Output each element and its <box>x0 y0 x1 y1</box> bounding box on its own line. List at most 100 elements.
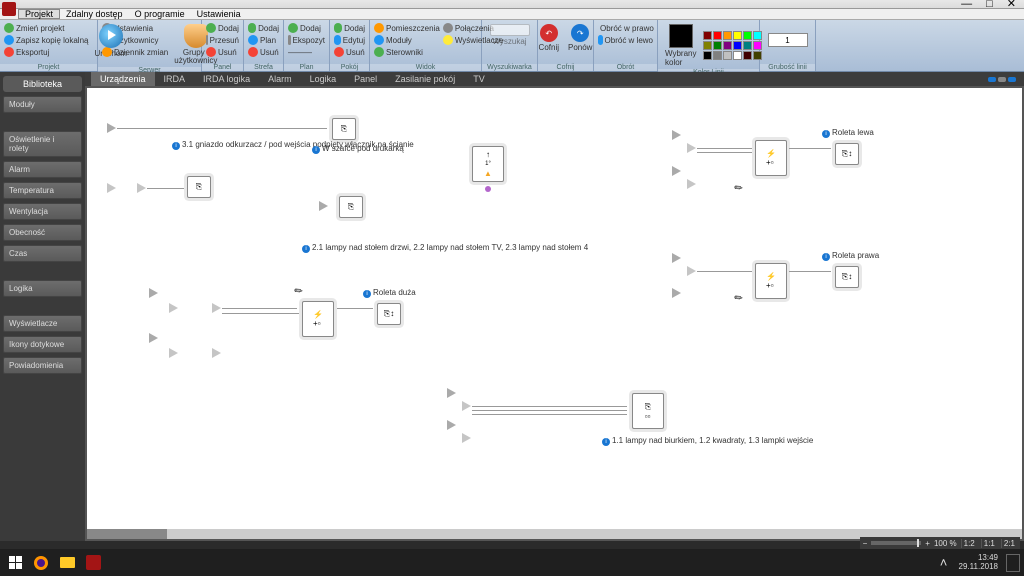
strefa-dodaj[interactable]: Dodaj <box>248 22 279 34</box>
btn-wyszukaj[interactable]: Wyszukaj <box>486 22 533 48</box>
module-block[interactable]: ⚡+▫ <box>755 263 787 299</box>
selected-color[interactable]: Wybrany kolor <box>662 22 700 69</box>
module-block[interactable]: ⎘↕ <box>377 303 401 325</box>
plan-dodaj[interactable]: Dodaj <box>288 22 325 34</box>
module-block[interactable]: ⎘↕ <box>835 143 859 165</box>
module-block[interactable]: ⎘▫▫ <box>632 393 664 429</box>
sidebar-oswietlenie[interactable]: Oświetlenie i rolety <box>3 131 82 157</box>
module-block[interactable]: ⚡+▫ <box>755 140 787 176</box>
input-node[interactable] <box>212 348 221 358</box>
widok-sterowniki[interactable]: Sterowniki <box>374 46 440 58</box>
strefa-plan[interactable]: Plan <box>248 34 279 46</box>
maximize-button[interactable]: □ <box>986 0 993 10</box>
menu-ustawienia[interactable]: Ustawienia <box>191 9 247 19</box>
input-node[interactable] <box>462 401 471 411</box>
palette-swatch[interactable] <box>723 31 732 40</box>
pokoj-dodaj[interactable]: Dodaj <box>334 22 365 34</box>
panel-przesun[interactable]: Przesuń <box>206 34 239 46</box>
input-node[interactable] <box>212 303 221 313</box>
input-node[interactable] <box>137 183 146 193</box>
color-palette[interactable] <box>703 31 762 60</box>
input-node[interactable] <box>107 123 116 133</box>
btn-eksportuj[interactable]: Eksportuj <box>4 46 88 58</box>
sidebar-czas[interactable]: Czas <box>3 245 82 262</box>
pokoj-usun[interactable]: Usuń <box>334 46 365 58</box>
input-node[interactable] <box>672 130 681 140</box>
palette-swatch[interactable] <box>723 41 732 50</box>
sidebar-logika[interactable]: Logika <box>3 280 82 297</box>
plan-ekspozyt[interactable]: Ekspozyt <box>288 34 325 46</box>
plan-line[interactable]: ——— <box>288 46 325 58</box>
palette-swatch[interactable] <box>713 41 722 50</box>
sidebar-wentylacja[interactable]: Wentylacja <box>3 203 82 220</box>
start-button[interactable] <box>4 553 26 573</box>
module-block[interactable]: ⚡+▫ <box>302 301 334 337</box>
taskbar-app[interactable] <box>82 553 104 573</box>
widok-moduly[interactable]: Moduły <box>374 34 440 46</box>
sidebar-moduly[interactable]: Moduły <box>3 96 82 113</box>
btn-obroc-lewo[interactable]: Obróć w lewo <box>598 34 653 46</box>
zoom-slider[interactable] <box>871 541 921 545</box>
palette-swatch[interactable] <box>733 51 742 60</box>
palette-swatch[interactable] <box>733 31 742 40</box>
palette-swatch[interactable] <box>723 51 732 60</box>
palette-swatch[interactable] <box>703 31 712 40</box>
sidebar-alarm[interactable]: Alarm <box>3 161 82 178</box>
menu-projekt[interactable]: Projekt <box>18 9 60 19</box>
input-node[interactable] <box>672 288 681 298</box>
palette-swatch[interactable] <box>743 31 752 40</box>
zoom-1-1[interactable]: 1:1 <box>981 539 997 548</box>
btn-ponow[interactable]: ↷Ponów <box>565 22 595 54</box>
pokoj-edytuj[interactable]: Edytuj <box>334 34 365 46</box>
tab-irda[interactable]: IRDA <box>155 72 195 86</box>
taskbar-clock[interactable]: 13:4929.11.2018 <box>959 554 1002 572</box>
sidebar-powiadomienia[interactable]: Powiadomienia <box>3 357 82 374</box>
btn-zapisz-kopie[interactable]: Zapisz kopię lokalną <box>4 34 88 46</box>
minimize-button[interactable]: — <box>961 0 972 10</box>
zoom-in-icon[interactable]: + <box>925 539 930 548</box>
module-block[interactable]: ⎘ <box>339 196 363 218</box>
input-node[interactable] <box>462 433 471 443</box>
widok-pomieszczenia[interactable]: Pomieszczenia <box>374 22 440 34</box>
palette-swatch[interactable] <box>703 41 712 50</box>
input-node[interactable] <box>447 388 456 398</box>
input-node[interactable] <box>169 348 178 358</box>
zoom-out-icon[interactable]: − <box>863 539 868 548</box>
zoom-2-1[interactable]: 2:1 <box>1001 539 1017 548</box>
input-node[interactable] <box>447 420 456 430</box>
panel-usun[interactable]: Usuń <box>206 46 239 58</box>
btn-obroc-prawo[interactable]: Obróć w prawo <box>598 22 653 34</box>
sidebar-temperatura[interactable]: Temperatura <box>3 182 82 199</box>
menu-zdalny[interactable]: Zdalny dostęp <box>60 9 129 19</box>
input-node[interactable] <box>107 183 116 193</box>
input-node[interactable] <box>687 143 696 153</box>
close-button[interactable]: ✕ <box>1007 0 1016 10</box>
panel-dodaj[interactable]: Dodaj <box>206 22 239 34</box>
input-node[interactable] <box>169 303 178 313</box>
warning-module[interactable]: ↑1°▲ <box>472 146 504 182</box>
input-node[interactable] <box>672 253 681 263</box>
btn-cofnij[interactable]: ↶Cofnij <box>536 22 562 54</box>
module-block[interactable]: ⎘ <box>187 176 211 198</box>
tray-up-icon[interactable]: ˄ <box>933 553 955 573</box>
tab-urzadzenia[interactable]: Urządzenia <box>91 72 155 86</box>
module-block[interactable]: ⎘ <box>332 118 356 140</box>
palette-swatch[interactable] <box>743 41 752 50</box>
tab-tv[interactable]: TV <box>464 72 494 86</box>
palette-swatch[interactable] <box>703 51 712 60</box>
tab-irda-logika[interactable]: IRDA logika <box>194 72 259 86</box>
sidebar-wyswietlacze[interactable]: Wyświetlacze <box>3 315 82 332</box>
tab-zasilanie[interactable]: Zasilanie pokój <box>386 72 464 86</box>
tray-notifications-icon[interactable] <box>1006 554 1020 572</box>
input-node[interactable] <box>149 333 158 343</box>
sidebar-ikony[interactable]: Ikony dotykowe <box>3 336 82 353</box>
sidebar-obecnosc[interactable]: Obecność <box>3 224 82 241</box>
zoom-1-2[interactable]: 1:2 <box>961 539 977 548</box>
palette-swatch[interactable] <box>713 51 722 60</box>
btn-zmien-projekt[interactable]: Zmień projekt <box>4 22 88 34</box>
menu-oprogramie[interactable]: O programie <box>129 9 191 19</box>
input-node[interactable] <box>672 166 681 176</box>
taskbar-firefox[interactable] <box>30 553 52 573</box>
input-node[interactable] <box>687 179 696 189</box>
line-width-input[interactable] <box>768 33 808 47</box>
